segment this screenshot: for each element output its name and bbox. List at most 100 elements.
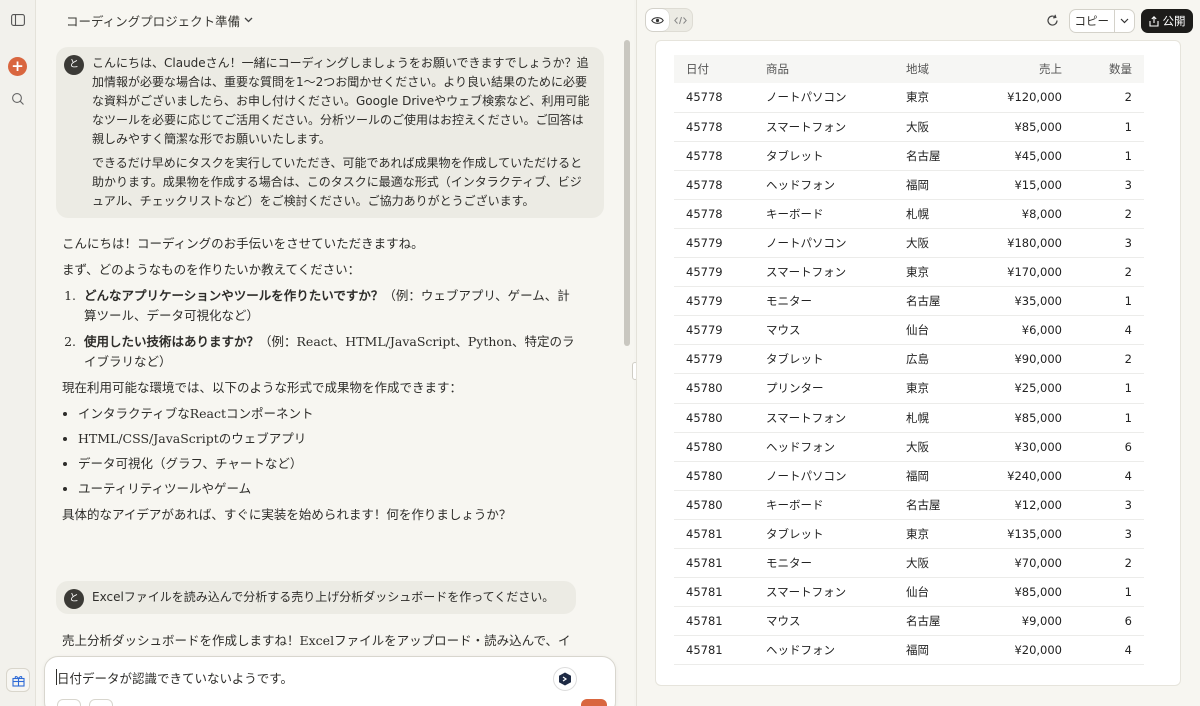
cell-sales: ¥180,000 — [974, 228, 1074, 259]
cell-sales: ¥90,000 — [974, 344, 1074, 375]
sales-table: 日付 商品 地域 売上 数量 45778 ノートパソコン 東京 ¥120,000 2 45… — [674, 55, 1144, 666]
publish-button[interactable]: 公開 — [1141, 9, 1193, 33]
tools-button[interactable] — [89, 699, 113, 706]
chat-scrollbar[interactable] — [624, 40, 630, 346]
user-message-text: できるだけ早めにタスクを実行していただき、可能であれば成果物を作成していただける… — [92, 156, 583, 208]
cell-quantity: 2 — [1074, 344, 1144, 375]
cell-product: キーボード — [754, 490, 894, 520]
cell-quantity: 1 — [1074, 373, 1144, 404]
sidebar-toggle-icon[interactable] — [7, 9, 29, 31]
cell-product: スマートフォン — [754, 403, 894, 433]
cell-date: 45779 — [674, 286, 754, 317]
cell-region: 東京 — [894, 83, 974, 113]
extension-icon[interactable] — [553, 667, 577, 691]
table-row: 45781 タブレット 東京 ¥135,000 3 — [674, 519, 1144, 550]
message-input[interactable] — [57, 670, 537, 685]
cell-quantity: 1 — [1074, 286, 1144, 317]
cell-date: 45778 — [674, 170, 754, 200]
cell-quantity: 6 — [1074, 432, 1144, 462]
assistant-text: 現在利用可能な環境では、以下のような形式で成果物を作成できます： — [62, 380, 463, 395]
assistant-text: 具体的なアイデアがあれば、すぐに実装を始められます！何を作りましょうか？ — [62, 507, 512, 522]
new-chat-icon[interactable]: + — [8, 57, 27, 76]
user-message: と Excelファイルを読み込んで分析する売り上げ分析ダッシュボードを作ってくだ… — [56, 581, 577, 614]
cell-date: 45778 — [674, 83, 754, 113]
cell-region: 札幌 — [894, 403, 974, 433]
cell-product: タブレット — [754, 344, 894, 375]
cell-sales: ¥8,000 — [974, 199, 1074, 229]
cell-product: キーボード — [754, 199, 894, 229]
table-row: 45781 マウス 名古屋 ¥9,000 6 — [674, 606, 1144, 637]
table-row: 45778 キーボード 札幌 ¥8,000 2 — [674, 199, 1144, 229]
copy-button[interactable]: コピー — [1070, 10, 1115, 32]
assistant-text: こんにちは！コーディングのお手伝いをさせていただきますね。 — [62, 236, 424, 251]
table-row: 45781 ヘッドフォン 福岡 ¥20,000 4 — [674, 635, 1144, 666]
chevron-down-icon — [244, 17, 253, 23]
cell-region: 名古屋 — [894, 606, 974, 637]
send-button[interactable] — [581, 699, 607, 706]
cell-date: 45779 — [674, 344, 754, 375]
cell-region: 福岡 — [894, 635, 974, 666]
preview-tab[interactable] — [646, 9, 669, 31]
cell-date: 45780 — [674, 373, 754, 404]
cell-sales: ¥12,000 — [974, 490, 1074, 520]
publish-label: 公開 — [1162, 14, 1186, 28]
cell-region: 札幌 — [894, 199, 974, 229]
copy-options-button[interactable] — [1115, 18, 1134, 24]
cell-region: 大阪 — [894, 112, 974, 142]
format-list: インタラクティブなReactコンポーネント HTML/CSS/JavaScrip… — [62, 404, 582, 499]
cell-quantity: 1 — [1074, 403, 1144, 433]
message-composer — [44, 656, 616, 706]
cell-product: モニター — [754, 548, 894, 579]
cell-region: 仙台 — [894, 315, 974, 346]
cell-quantity: 1 — [1074, 141, 1144, 171]
table-row: 45779 タブレット 広島 ¥90,000 2 — [674, 344, 1144, 375]
cell-sales: ¥170,000 — [974, 257, 1074, 288]
column-header-quantity: 数量 — [1109, 62, 1132, 76]
cell-product: マウス — [754, 315, 894, 346]
attach-button[interactable] — [57, 699, 81, 706]
cell-quantity: 3 — [1074, 228, 1144, 259]
cell-product: モニター — [754, 286, 894, 317]
artifact-preview: 日付 商品 地域 売上 数量 45778 ノートパソコン 東京 ¥120,000 2 45… — [655, 40, 1181, 686]
project-title: コーディングプロジェクト準備 — [66, 13, 241, 29]
table-row: 45781 モニター 大阪 ¥70,000 2 — [674, 548, 1144, 579]
cell-quantity: 2 — [1074, 199, 1144, 229]
table-row: 45780 スマートフォン 札幌 ¥85,000 1 — [674, 403, 1144, 433]
cell-quantity: 2 — [1074, 257, 1144, 288]
artifact-panel: コピー 公開 日付 商品 地域 売上 数量 45778 ノートパソコン 東京 ¥120… — [636, 0, 1200, 706]
project-title-dropdown[interactable]: コーディングプロジェクト準備 — [66, 12, 253, 29]
user-message-text: こんにちは、Claudeさん！一緒にコーディングしましょうをお願いできますでしょ… — [92, 56, 590, 146]
cell-quantity: 2 — [1074, 548, 1144, 579]
cell-sales: ¥25,000 — [974, 373, 1074, 404]
column-header-region: 地域 — [906, 62, 929, 76]
refresh-icon[interactable] — [1041, 9, 1063, 31]
list-item: ユーティリティツールやゲーム — [78, 479, 582, 499]
cell-region: 福岡 — [894, 461, 974, 491]
cell-region: 福岡 — [894, 170, 974, 200]
cell-date: 45781 — [674, 606, 754, 637]
cell-product: ノートパソコン — [754, 461, 894, 491]
cell-product: プリンター — [754, 373, 894, 404]
table-header-row: 日付 商品 地域 売上 数量 — [674, 55, 1144, 83]
list-item: データ可視化（グラフ、チャートなど） — [78, 454, 582, 474]
cell-product: スマートフォン — [754, 577, 894, 608]
list-item: インタラクティブなReactコンポーネント — [78, 404, 582, 424]
cell-date: 45781 — [674, 548, 754, 579]
copy-button-group: コピー — [1069, 9, 1135, 33]
cell-date: 45780 — [674, 461, 754, 491]
gift-icon[interactable] — [6, 668, 30, 692]
eye-icon — [651, 16, 664, 24]
cell-region: 名古屋 — [894, 490, 974, 520]
cell-sales: ¥85,000 — [974, 403, 1074, 433]
code-icon — [674, 16, 687, 24]
list-item: HTML/CSS/JavaScriptのウェブアプリ — [78, 429, 582, 449]
cell-product: タブレット — [754, 519, 894, 550]
chats-search-icon[interactable] — [7, 88, 29, 110]
code-tab[interactable] — [669, 9, 692, 31]
cell-quantity: 1 — [1074, 577, 1144, 608]
table-row: 45780 ノートパソコン 福岡 ¥240,000 4 — [674, 461, 1144, 491]
cell-date: 45781 — [674, 519, 754, 550]
cell-product: ノートパソコン — [754, 83, 894, 113]
list-item: どんなアプリケーションやツールを作りたいですか？（例：ウェブアプリ、ゲーム、計算… — [80, 286, 582, 326]
chat-panel: コーディングプロジェクト準備 と こんにちは、Claudeさん！一緒にコーディン… — [36, 0, 634, 706]
